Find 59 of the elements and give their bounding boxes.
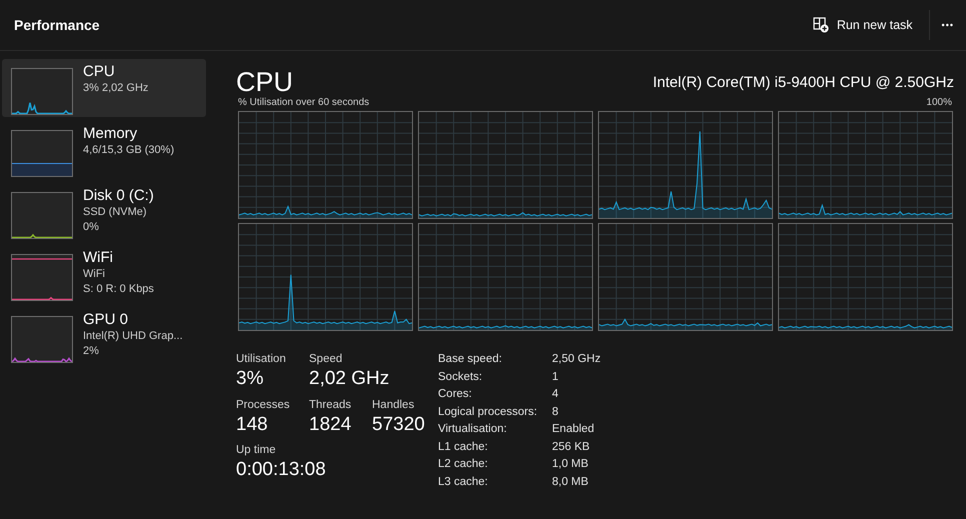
spec-label: L2 cache:: [438, 458, 489, 472]
usage-thumbnail: [11, 254, 73, 301]
usage-thumbnail: [11, 68, 73, 115]
more-options-button[interactable]: •••: [930, 14, 966, 36]
resource-item[interactable]: WiFi WiFi S: 0 R: 0 Kbps: [2, 245, 206, 303]
spec-label: Cores:: [438, 388, 473, 402]
resource-name: WiFi: [83, 249, 114, 267]
spec-label: L3 cache:: [438, 476, 489, 490]
resource-detail: 4,6/15,3 GB (30%): [83, 143, 174, 158]
resource-detail: S: 0 R: 0 Kbps: [83, 282, 154, 297]
stat-label: Threads: [309, 398, 352, 411]
spec-label: Virtualisation:: [438, 423, 508, 437]
stat-label: Up time: [236, 444, 276, 456]
resource-detail: Intel(R) UHD Grap...: [83, 329, 183, 344]
graph-max-label: 100%: [926, 97, 952, 108]
spec-value: 1,0 MB: [552, 458, 590, 472]
spec-value: 4: [552, 388, 560, 402]
spec-label: Base speed:: [438, 353, 503, 367]
spec-label: Logical processors:: [438, 406, 538, 420]
stat-value: 1824: [309, 412, 352, 437]
spec-value: 8,0 MB: [552, 476, 590, 490]
spec-value: 256 KB: [552, 440, 591, 455]
page-title: Performance: [14, 17, 100, 33]
run-new-task-button[interactable]: Run new task: [804, 11, 921, 39]
stat-value: 0:00:13:08: [236, 458, 326, 482]
processor-model: Intel(R) Core(TM) i5-9400H CPU @ 2.50GHz: [652, 74, 954, 93]
run-task-icon: [812, 17, 829, 33]
spec-value: 2,50 GHz: [552, 353, 601, 367]
stat-value: 3%: [236, 367, 264, 391]
resource-detail: SSD (NVMe): [83, 205, 148, 220]
resource-item[interactable]: CPU 3% 2,02 GHz: [2, 59, 206, 117]
resource-item[interactable]: Disk 0 (C:) SSD (NVMe) 0%: [2, 183, 206, 241]
usage-thumbnail: [11, 192, 73, 239]
resource-detail: 0%: [83, 220, 100, 235]
resource-item[interactable]: Memory 4,6/15,3 GB (30%): [2, 121, 206, 179]
spec-label: Sockets:: [438, 370, 484, 384]
stat-value: 2,02 GHz: [309, 367, 390, 391]
spec-value: 8: [552, 406, 560, 420]
usage-thumbnail: [11, 316, 73, 363]
resource-name: Memory: [83, 125, 138, 143]
stat-label: Speed: [309, 353, 342, 365]
section-title: CPU: [236, 67, 294, 97]
stat-value: 148: [236, 412, 268, 437]
resource-name: Disk 0 (C:): [83, 187, 154, 205]
usage-thumbnail: [11, 130, 73, 177]
resource-detail: 2%: [83, 344, 100, 359]
resource-item[interactable]: GPU 0 Intel(R) UHD Grap... 2%: [2, 307, 206, 365]
stat-label: Utilisation: [236, 353, 286, 365]
resource-name: CPU: [83, 63, 116, 81]
spec-value: Enabled: [552, 423, 596, 437]
spec-value: 1: [552, 370, 560, 384]
resource-name: GPU 0: [83, 311, 130, 329]
resource-detail: WiFi: [83, 267, 106, 282]
stat-value: 57320: [372, 412, 425, 437]
stat-label: Processes: [236, 398, 290, 411]
resource-detail: 3% 2,02 GHz: [83, 81, 148, 96]
stat-label: Handles: [372, 398, 414, 411]
spec-label: L1 cache:: [438, 440, 489, 455]
graph-label: % Utilisation over 60 seconds: [238, 97, 370, 108]
